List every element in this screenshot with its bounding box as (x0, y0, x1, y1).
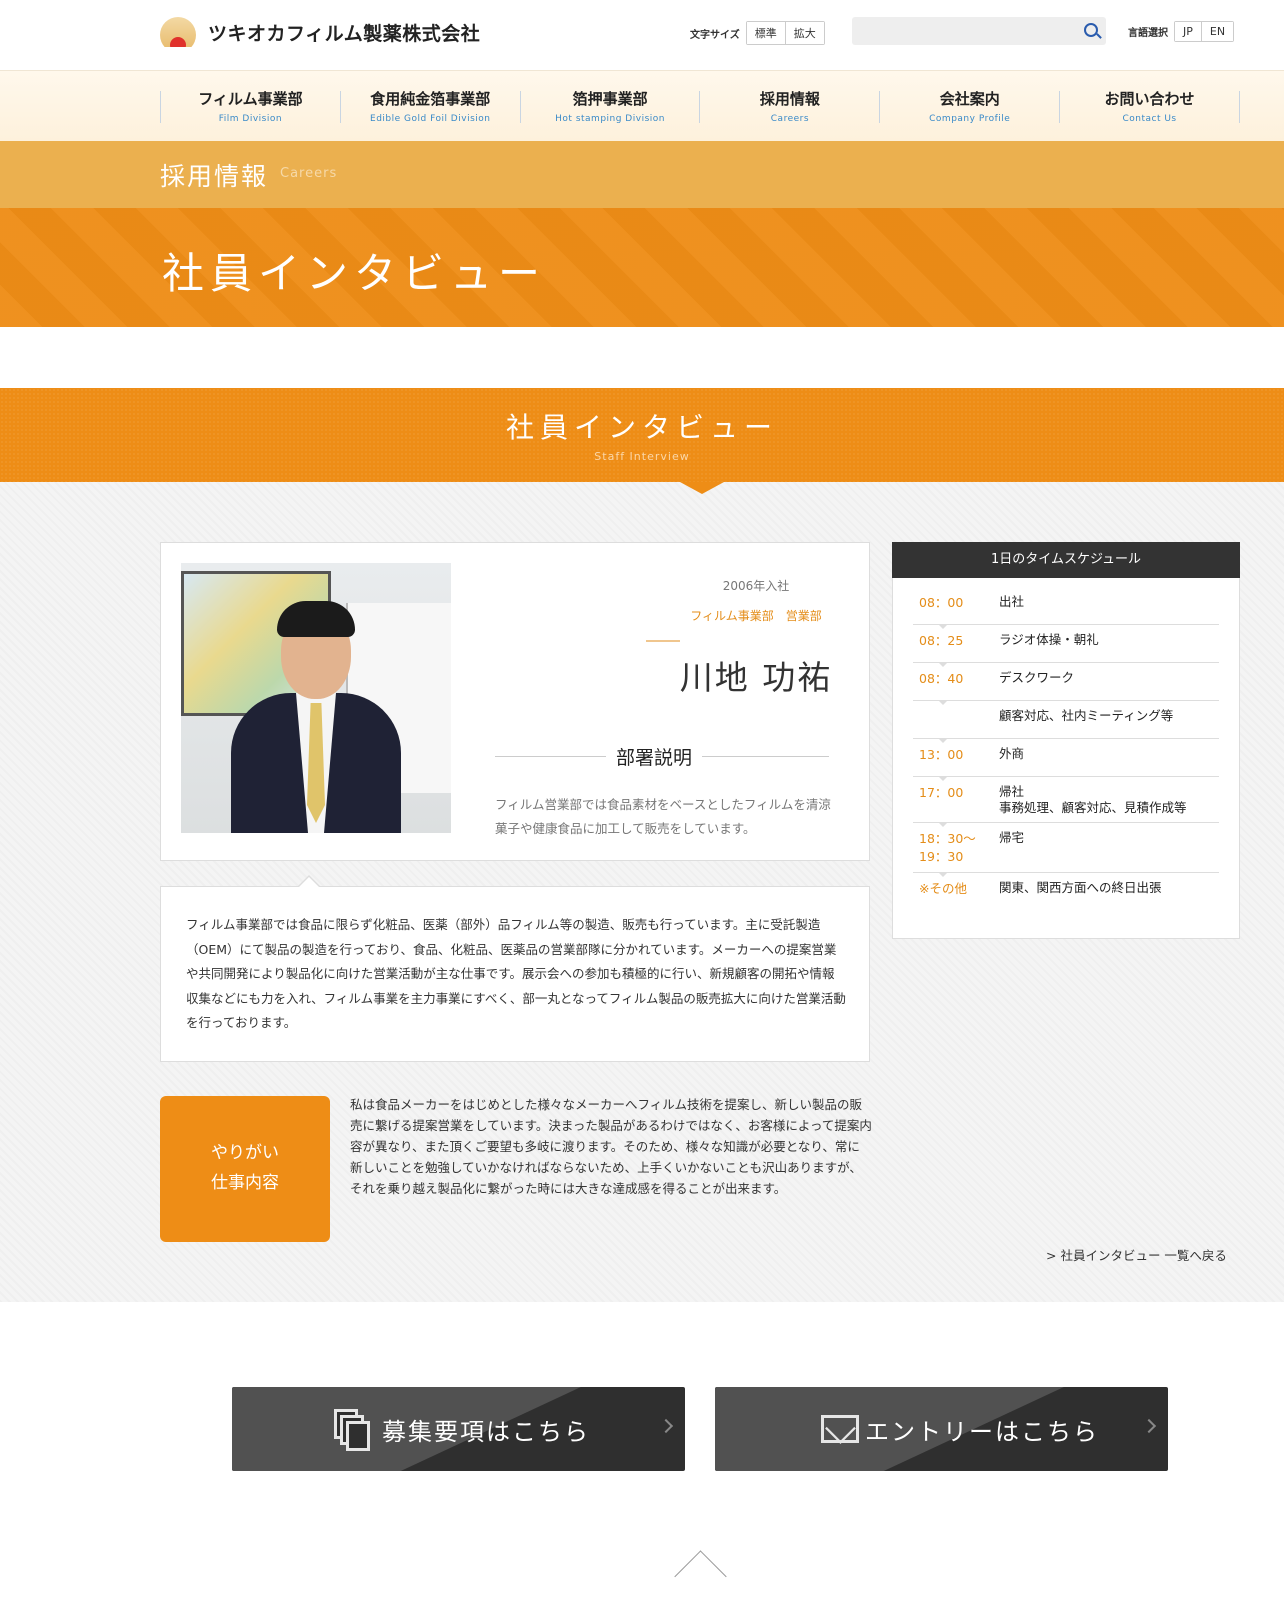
lang-jp-button[interactable]: JP (1175, 22, 1201, 41)
schedule-row: 08：00 出社 (913, 587, 1219, 629)
nav-sublabel: Film Division (218, 114, 283, 124)
font-size-label: 文字サイズ (690, 29, 740, 41)
nav-item-hot-stamping[interactable]: 箔押事業部 Hot stamping Division (519, 90, 700, 124)
font-size-large-button[interactable]: 拡大 (784, 22, 824, 44)
nav-item-careers[interactable]: 採用情報 Careers (699, 90, 879, 124)
schedule-activity: デスクワーク (999, 670, 1075, 685)
schedule-row: ※その他 関東、関西方面への終日出張 (913, 873, 1219, 911)
schedule-title: 1日のタイムスケジュール (892, 542, 1240, 578)
font-size-switcher: 文字サイズ 標準 拡大 (690, 21, 825, 45)
schedule-time: 08：25 (919, 633, 964, 648)
language-switcher: 言語選択 JP EN (1128, 21, 1235, 42)
schedule-activity: 出社 (999, 594, 1025, 609)
schedule-time: 08：00 (919, 595, 964, 610)
search-icon[interactable] (1084, 23, 1098, 37)
logo-icon (160, 17, 196, 47)
schedule-time (913, 708, 999, 732)
back-to-list-link[interactable]: > 社員インタビュー 一覧へ戻る (1046, 1245, 1227, 1264)
schedule-activity: 関東、関西方面への終日出張 (999, 880, 1162, 895)
mail-icon (821, 1415, 859, 1443)
nav-label: お問い合わせ (1104, 90, 1195, 108)
nav-item-film[interactable]: フィルム事業部 Film Division (160, 90, 340, 124)
nav-sublabel: Edible Gold Foil Division (370, 114, 491, 124)
page-top-button[interactable] (668, 1552, 732, 1572)
company-logo[interactable]: ツキオカフィルム製薬株式会社 (160, 17, 480, 47)
nav-item-company[interactable]: 会社案内 Company Profile (879, 90, 1059, 124)
job-satisfaction-text: 私は食品メーカーをはじめとした様々なメーカーへフィルム技術を提案し、新しい製品の… (350, 1097, 872, 1196)
section-title: 社員インタビュー (505, 411, 778, 444)
nav-sublabel: Hot stamping Division (555, 114, 665, 124)
company-name: ツキオカフィルム製薬株式会社 (208, 22, 481, 45)
schedule-time: 13：00 (919, 747, 964, 762)
department-detail: フィルム事業部では食品に限らず化粧品、医薬（部外）品フィルム等の製造、販売も行っ… (160, 875, 870, 1062)
language-label: 言語選択 (1128, 28, 1168, 39)
nav-item-contact[interactable]: お問い合わせ Contact Us (1059, 90, 1240, 124)
schedule-row: 17：00 帰社 事務処理、顧客対応、見積作成等 (913, 777, 1219, 827)
schedule-activity: 帰社 事務処理、顧客対応、見積作成等 (999, 784, 1187, 815)
recruit-info-label: 募集要項はこちら (382, 1418, 590, 1446)
schedule-list: 08：00 出社 08：25 ラジオ体操・朝礼 08：40 デスクワーク顧客対応、社内ミー… (913, 587, 1219, 911)
nav-label: 箔押事業部 (572, 90, 648, 108)
category-title: 採用情報 (160, 162, 269, 191)
schedule-activity: 帰宅 (999, 830, 1025, 845)
section-subtitle: Staff Interview (594, 450, 690, 463)
label-line: やりがい (211, 1143, 279, 1163)
lang-en-button[interactable]: EN (1200, 22, 1234, 41)
search-input[interactable] (852, 17, 1072, 45)
schedule-row: 顧客対応、社内ミーティング等 (913, 701, 1219, 743)
daily-schedule: 1日のタイムスケジュール 08：00 出社 08：25 ラジオ体操・朝礼 08：40 デス… (892, 542, 1240, 939)
label-line: 仕事内容 (211, 1173, 279, 1193)
category-band: 採用情報 Careers (0, 141, 1284, 208)
nav-label: フィルム事業部 (198, 90, 303, 108)
staff-department: フィルム事業部 営業部 (690, 609, 822, 623)
entry-button[interactable]: エントリーはこちら (715, 1387, 1168, 1471)
page-hero: 社員インタビュー (0, 208, 1284, 327)
nav-item-gold-foil[interactable]: 食用純金箔事業部 Edible Gold Foil Division (339, 90, 520, 124)
section-header: 社員インタビュー Staff Interview (0, 388, 1284, 482)
divider (646, 640, 680, 642)
dept-description: フィルム営業部では食品素材をベースとしたフィルムを清涼菓子や健康食品に加工して販… (495, 797, 831, 836)
category-subtitle: Careers (280, 166, 338, 181)
schedule-row: 18：30〜 19：30 帰宅 (913, 823, 1219, 877)
dept-heading: 部署説明 (606, 743, 703, 770)
nav-sublabel: Company Profile (929, 114, 1011, 124)
nav-label: 食用純金箔事業部 (370, 90, 491, 108)
schedule-row: 13：00 外商 (913, 739, 1219, 781)
joined-year: 2006年入社 (722, 579, 790, 593)
schedule-row: 08：25 ラジオ体操・朝礼 (913, 625, 1219, 667)
document-icon (332, 1407, 372, 1451)
schedule-time: 17：00 (919, 785, 964, 800)
site-header: ツキオカフィルム製薬株式会社 文字サイズ 標準 拡大 言語選択 JP EN (0, 0, 1284, 70)
department-detail-text: フィルム事業部では食品に限らず化粧品、医薬（部外）品フィルム等の製造、販売も行っ… (186, 917, 846, 1030)
nav-sublabel: Contact Us (1122, 114, 1177, 124)
font-size-standard-button[interactable]: 標準 (746, 22, 785, 44)
recruit-info-button[interactable]: 募集要項はこちら (232, 1387, 685, 1471)
profile-card: 2006年入社 フィルム事業部 営業部 川地 功祐 部署説明 フィルム営業部では… (160, 542, 870, 861)
schedule-activity: 顧客対応、社内ミーティング等 (999, 708, 1174, 723)
global-nav: フィルム事業部 Film Division 食用純金箔事業部 Edible Go… (0, 70, 1284, 141)
nav-label: 会社案内 (939, 90, 1000, 108)
search-box (852, 17, 1106, 45)
schedule-activity: ラジオ体操・朝礼 (999, 632, 1099, 647)
job-satisfaction-label: やりがい 仕事内容 (160, 1096, 330, 1242)
section-arrow (680, 482, 724, 494)
schedule-time: 18：30〜 19：30 (919, 831, 976, 864)
entry-label: エントリーはこちら (865, 1418, 1099, 1446)
page-title: 社員インタビュー (162, 249, 547, 298)
schedule-row: 08：40 デスクワーク (913, 663, 1219, 705)
nav-label: 採用情報 (759, 90, 820, 108)
schedule-activity: 外商 (999, 746, 1025, 761)
schedule-time: ※その他 (919, 881, 967, 896)
nav-sublabel: Careers (770, 114, 810, 124)
staff-photo (181, 563, 451, 833)
schedule-time: 08：40 (919, 671, 964, 686)
